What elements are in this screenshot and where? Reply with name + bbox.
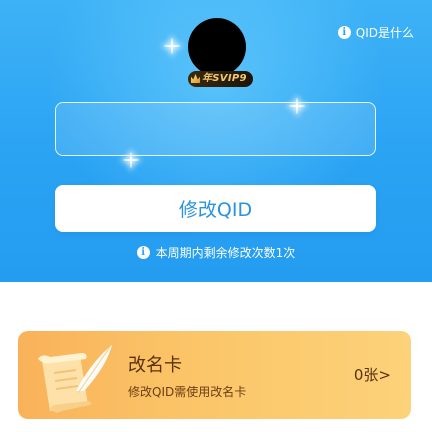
crown-icon xyxy=(191,74,200,83)
info-icon: i xyxy=(136,246,150,259)
remaining-changes-notice: i 本周期内剩余修改次数1次 xyxy=(0,244,432,261)
vip-badge: 年SVIP9 xyxy=(188,71,253,87)
what-is-qid-label: QID是什么 xyxy=(355,26,414,40)
rename-card-count[interactable]: 0张> xyxy=(354,364,391,385)
scroll-quill-icon xyxy=(38,345,112,413)
info-icon: i xyxy=(337,26,351,39)
modify-qid-button[interactable]: 修改QID xyxy=(55,185,376,232)
remaining-changes-text: 本周期内剩余修改次数1次 xyxy=(155,246,296,260)
rename-card[interactable]: 改名卡 修改QID需使用改名卡 0张> xyxy=(18,331,411,419)
hero-banner: i QID是什么 年SVIP9 修改QID i 本周期内剩余修改次数1次 xyxy=(0,0,432,282)
rename-card-title: 改名卡 xyxy=(128,355,182,376)
qid-input[interactable] xyxy=(55,102,376,156)
what-is-qid-link[interactable]: i QID是什么 xyxy=(337,24,414,41)
vip-badge-label: 年SVIP9 xyxy=(202,73,247,84)
avatar[interactable] xyxy=(188,18,246,76)
rename-card-description: 修改QID需使用改名卡 xyxy=(128,385,247,399)
